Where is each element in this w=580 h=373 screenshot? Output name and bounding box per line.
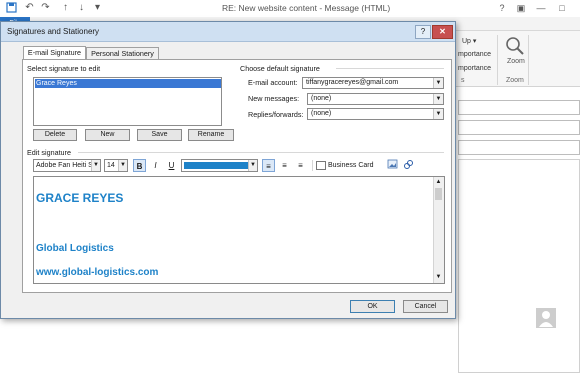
font-size-select[interactable]: 14 ▼ <box>104 159 128 172</box>
new-messages-select[interactable]: (none) ▼ <box>307 93 444 105</box>
font-size-value: 14 <box>107 162 115 169</box>
dialog-title: Signatures and Stationery <box>7 27 100 36</box>
outlook-titlebar: ↶ ↷ ↑ ↓ ▾ RE: New website content - Mess… <box>0 0 580 18</box>
align-center-icon[interactable]: ≡ <box>278 159 291 172</box>
italic-button[interactable]: I <box>149 159 162 172</box>
delete-button[interactable]: Delete <box>33 129 77 141</box>
previous-item-icon[interactable]: ↑ <box>60 2 71 13</box>
zoom-icon[interactable] <box>505 36 525 56</box>
signature-name: GRACE REYES <box>36 191 124 205</box>
help-icon[interactable]: ? <box>495 2 509 14</box>
chevron-down-icon: ▼ <box>91 160 100 171</box>
zoom-button-label[interactable]: Zoom <box>507 58 525 65</box>
subject-field[interactable] <box>458 140 580 155</box>
ribbon-display-icon[interactable]: ▣ <box>514 2 528 14</box>
scroll-up-icon[interactable]: ▲ <box>435 178 442 186</box>
scroll-down-icon[interactable]: ▼ <box>435 273 442 281</box>
email-account-value: tiffanygracereyes@gmail.com <box>306 79 399 86</box>
zoom-group-label: Zoom <box>506 77 524 84</box>
signature-list[interactable]: Grace Reyes <box>33 77 222 126</box>
dialog-titlebar: Signatures and Stationery ? ✕ <box>1 22 455 42</box>
align-left-icon[interactable]: ≡ <box>262 159 275 172</box>
ok-button[interactable]: OK <box>350 300 395 313</box>
signature-editor[interactable]: GRACE REYES Global Logistics www.global-… <box>33 176 445 284</box>
signature-company: Global Logistics <box>36 243 114 254</box>
editor-scrollbar[interactable]: ▲ ▼ <box>433 177 444 283</box>
replies-forwards-select[interactable]: (none) ▼ <box>307 108 444 120</box>
group-divider <box>336 68 444 69</box>
cancel-button[interactable]: Cancel <box>403 300 448 313</box>
message-body[interactable] <box>458 159 580 373</box>
toolbar-separator <box>312 160 313 171</box>
cc-field[interactable] <box>458 120 580 135</box>
bold-button[interactable]: B <box>133 159 146 172</box>
chevron-down-icon: ▼ <box>433 94 443 104</box>
font-color-select[interactable]: ▼ <box>181 159 258 172</box>
font-name-select[interactable]: Adobe Fan Heiti S ▼ <box>33 159 101 172</box>
replies-forwards-label: Replies/forwards: <box>248 110 304 119</box>
chevron-down-icon: ▼ <box>248 160 257 171</box>
undo-icon[interactable]: ↶ <box>24 2 35 13</box>
email-account-select[interactable]: tiffanygracereyes@gmail.com ▼ <box>302 77 444 89</box>
new-button[interactable]: New <box>85 129 130 141</box>
chevron-down-icon: ▼ <box>118 160 127 171</box>
business-card-icon <box>316 160 326 170</box>
person-avatar-icon <box>536 308 556 328</box>
scrollbar-thumb[interactable] <box>435 188 442 200</box>
redo-icon[interactable]: ↷ <box>40 2 51 13</box>
signature-website: www.global-logistics.com <box>36 267 159 278</box>
rename-button[interactable]: Rename <box>188 129 234 141</box>
to-field[interactable] <box>458 100 580 115</box>
follow-up-button[interactable]: Up ▾ <box>462 37 476 45</box>
customize-toolbar-icon[interactable]: ▾ <box>92 2 103 13</box>
save-icon[interactable] <box>6 2 17 13</box>
align-right-icon[interactable]: ≡ <box>294 159 307 172</box>
new-messages-value: (none) <box>311 95 332 102</box>
minimize-icon[interactable]: — <box>534 2 548 14</box>
business-card-label: Business Card <box>328 162 374 169</box>
ribbon-separator <box>497 35 498 85</box>
font-name-value: Adobe Fan Heiti S <box>36 162 93 169</box>
insert-picture-icon[interactable] <box>386 159 399 172</box>
chevron-down-icon: ▼ <box>433 78 443 88</box>
chevron-down-icon: ▼ <box>433 109 443 119</box>
dialog-close-button[interactable]: ✕ <box>432 25 453 39</box>
group-divider <box>78 152 444 153</box>
high-importance-button[interactable]: mportance <box>458 51 491 58</box>
list-item[interactable]: Grace Reyes <box>35 79 221 88</box>
select-signature-label: Select signature to edit <box>27 64 101 73</box>
hyperlink-icon[interactable] <box>402 159 415 172</box>
replies-forwards-value: (none) <box>311 110 332 117</box>
font-color-swatch <box>184 162 249 169</box>
save-button[interactable]: Save <box>137 129 182 141</box>
underline-button[interactable]: U <box>165 159 178 172</box>
email-account-label: E-mail account: <box>248 78 298 87</box>
tags-group-label: s <box>461 77 465 84</box>
window-title: RE: New website content - Message (HTML) <box>222 3 391 13</box>
default-signature-label: Choose default signature <box>240 64 320 73</box>
next-item-icon[interactable]: ↓ <box>76 2 87 13</box>
low-importance-button[interactable]: mportance <box>458 65 491 72</box>
tab-email-signature[interactable]: E-mail Signature <box>23 46 86 60</box>
ribbon-separator <box>528 35 529 85</box>
maximize-icon[interactable]: □ <box>555 2 569 14</box>
dialog-help-button[interactable]: ? <box>415 25 431 39</box>
business-card-button[interactable]: Business Card <box>316 159 382 172</box>
edit-signature-label: Edit signature <box>27 148 71 157</box>
new-messages-label: New messages: <box>248 94 300 103</box>
